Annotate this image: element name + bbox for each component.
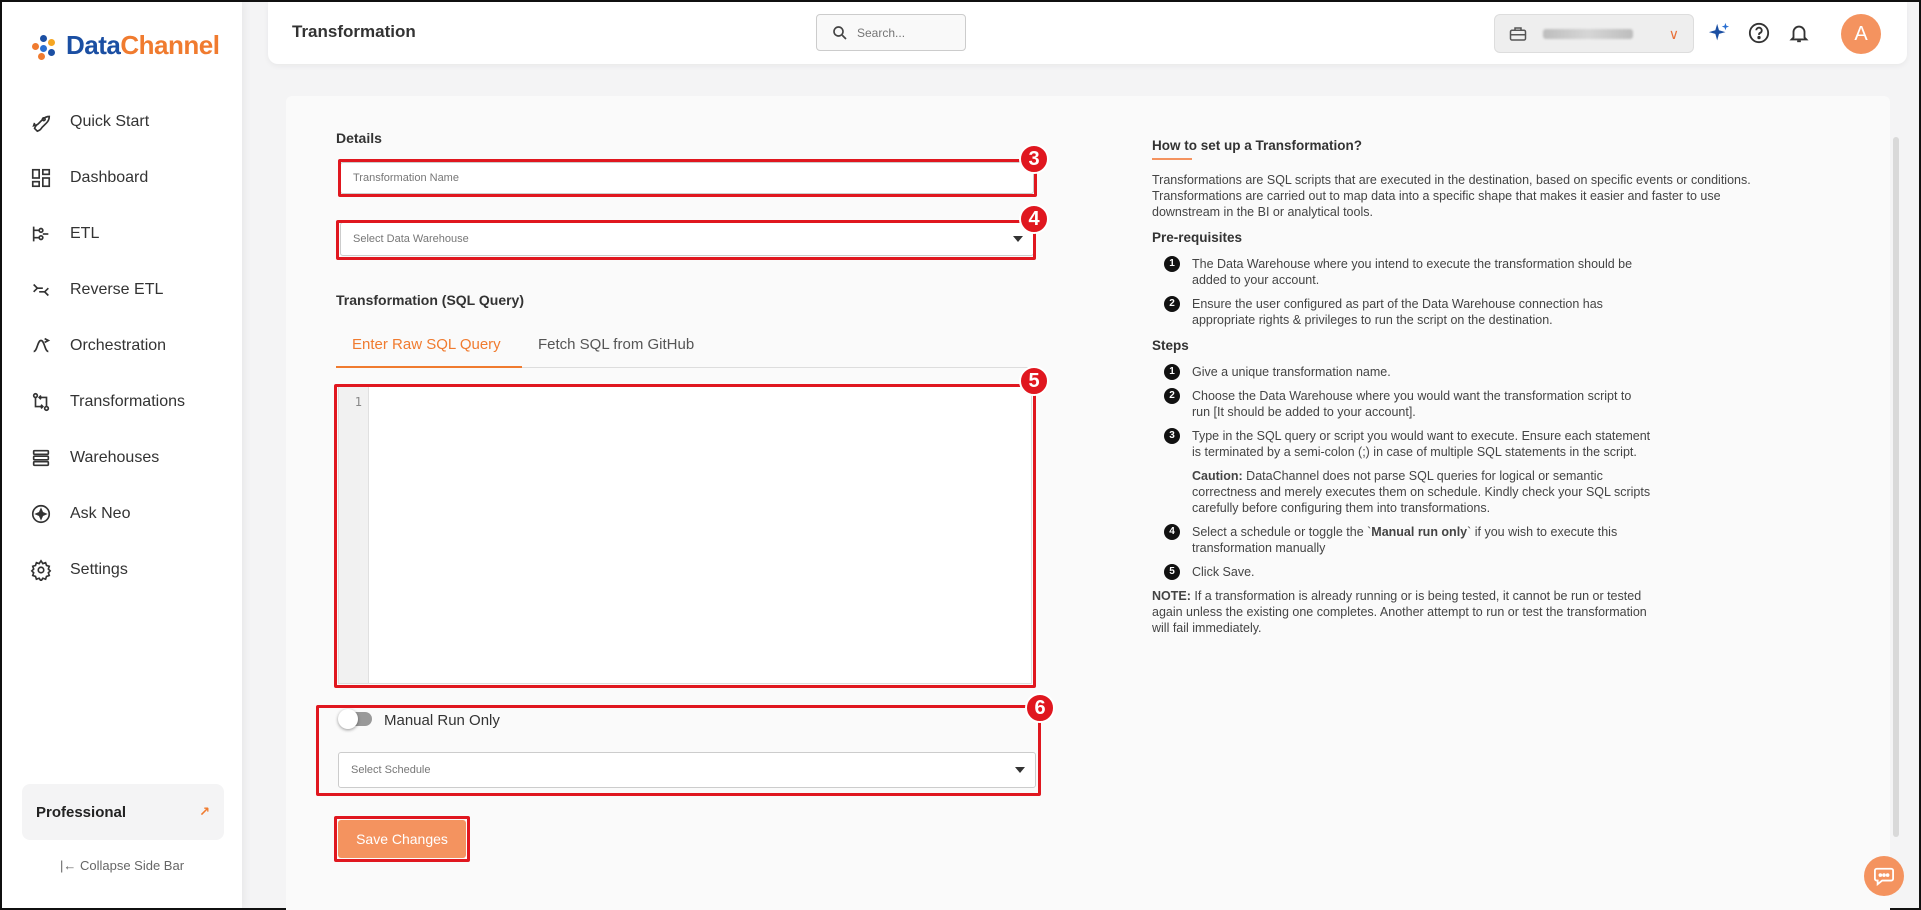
prereq-item: 2 Ensure the user configured as part of t… xyxy=(1152,296,1652,328)
sidebar-item-etl[interactable]: ETL xyxy=(2,206,242,262)
step-item: 1 Give a unique transformation name. xyxy=(1152,364,1652,380)
step-number-badge: 2 xyxy=(1164,296,1180,312)
reverse-etl-icon xyxy=(33,283,49,297)
annotation-box-3 xyxy=(338,159,1037,197)
prereq-item: 1 The Data Warehouse where you intend to … xyxy=(1152,256,1652,288)
sidebar-item-label: ETL xyxy=(70,225,100,242)
search-icon xyxy=(833,25,847,40)
sidebar-item-label: Orchestration xyxy=(70,337,167,354)
step-item: 5 Click Save. xyxy=(1152,564,1652,580)
workspace-select[interactable]: ∨ xyxy=(1494,14,1694,53)
step-item: 2 Choose the Data Warehouse where you wou… xyxy=(1152,388,1652,420)
user-avatar[interactable]: A xyxy=(1841,14,1881,54)
sql-source-tabs: Enter Raw SQL Query Fetch SQL from GitHu… xyxy=(336,322,1032,368)
ask-neo-icon xyxy=(31,504,51,524)
warehouses-icon xyxy=(32,449,50,467)
step-number-badge: 5 xyxy=(1164,564,1180,580)
annotation-badge-6: 6 xyxy=(1025,693,1055,723)
sidebar-item-label: Reverse ETL xyxy=(70,281,164,298)
transformations-icon xyxy=(32,392,50,412)
brand-name-part2: Channel xyxy=(120,30,220,60)
annotation-box-4 xyxy=(336,220,1036,260)
step-number-badge: 1 xyxy=(1164,364,1180,380)
sidebar-item-dashboard[interactable]: Dashboard xyxy=(2,150,242,206)
brand-name-part1: Data xyxy=(66,30,121,60)
annotation-badge-3: 3 xyxy=(1019,144,1049,174)
collapse-sidebar-button[interactable]: |← Collapse Side Bar xyxy=(2,858,242,873)
help-title: How to set up a Transformation? xyxy=(1152,138,1772,160)
sidebar-item-label: Ask Neo xyxy=(70,505,131,522)
dashboard-icon xyxy=(31,168,51,188)
scrollbar[interactable] xyxy=(1893,137,1899,837)
sidebar-item-ask-neo[interactable]: Ask Neo xyxy=(2,486,242,542)
caution-text: Caution: DataChannel does not parse SQL … xyxy=(1192,469,1651,515)
help-intro-1: Transformations are SQL scripts that are… xyxy=(1152,173,1751,187)
annotation-badge-5: 5 xyxy=(1019,366,1049,396)
sidebar-item-label: Quick Start xyxy=(70,113,150,130)
logo-mark-icon xyxy=(30,31,60,61)
details-label: Details xyxy=(336,130,382,146)
collapse-label: Collapse Side Bar xyxy=(79,858,185,873)
tab-fetch-github[interactable]: Fetch SQL from GitHub xyxy=(538,336,694,353)
workspace-name-redacted xyxy=(1543,28,1633,39)
search-box[interactable] xyxy=(816,14,966,51)
help-intro-2: Transformations are carried out to map d… xyxy=(1152,189,1721,219)
briefcase-icon xyxy=(1509,26,1527,41)
rocket-icon xyxy=(32,115,51,133)
help-panel: How to set up a Transformation? Transfor… xyxy=(1152,138,1772,636)
sidebar-item-label: Transformations xyxy=(70,393,185,410)
sidebar-item-label: Warehouses xyxy=(70,449,160,466)
step-number-badge: 3 xyxy=(1164,428,1180,444)
step-item: 3 Type in the SQL query or script you wou… xyxy=(1152,428,1652,460)
step-number-badge: 1 xyxy=(1164,256,1180,272)
step-number-badge: 2 xyxy=(1164,388,1180,404)
sidebar-nav: Quick Start Dashboard ETL Reverse ETL Or… xyxy=(2,94,242,598)
note-text: NOTE: If a transformation is already run… xyxy=(1152,589,1647,635)
orchestration-icon xyxy=(33,337,51,353)
active-tab-underline xyxy=(336,366,522,368)
sidebar-item-label: Dashboard xyxy=(70,169,149,186)
chat-bubble-icon xyxy=(1874,867,1894,886)
external-link-icon: ↗ xyxy=(199,804,210,819)
sql-section-label: Transformation (SQL Query) xyxy=(336,292,524,308)
collapse-arrow-icon: |← xyxy=(59,858,77,873)
annotation-badge-4: 4 xyxy=(1019,204,1049,234)
steps-title: Steps xyxy=(1152,338,1189,353)
plan-card[interactable]: Professional ↗ xyxy=(22,784,224,840)
gear-icon xyxy=(30,559,52,581)
step-item: 4 Select a schedule or toggle the `Manual… xyxy=(1152,524,1652,556)
sparkle-ai-icon[interactable] xyxy=(1708,22,1730,44)
sidebar-item-reverse-etl[interactable]: Reverse ETL xyxy=(2,262,242,318)
prereq-title: Pre-requisites xyxy=(1152,230,1243,245)
sidebar-item-settings[interactable]: Settings xyxy=(2,542,242,598)
tab-raw-sql[interactable]: Enter Raw SQL Query xyxy=(352,336,501,353)
step-number-badge: 4 xyxy=(1164,524,1180,540)
annotation-box-save xyxy=(334,816,470,862)
plan-name: Professional xyxy=(36,803,127,821)
chevron-down-icon: ∨ xyxy=(1668,26,1679,42)
sidebar-item-warehouses[interactable]: Warehouses xyxy=(2,430,242,486)
top-header: Transformation ∨ A xyxy=(268,2,1907,64)
sidebar-item-label: Settings xyxy=(70,561,128,578)
sidebar-item-transformations[interactable]: Transformations xyxy=(2,374,242,430)
page-title: Transformation xyxy=(292,22,416,41)
annotation-box-6 xyxy=(316,705,1041,796)
chat-button[interactable] xyxy=(1864,856,1904,896)
brand-logo[interactable]: DataChannel xyxy=(30,30,220,61)
etl-icon xyxy=(32,226,49,242)
bell-icon[interactable] xyxy=(1788,22,1810,44)
search-input[interactable] xyxy=(857,25,957,40)
sidebar-item-quick-start[interactable]: Quick Start xyxy=(2,94,242,150)
annotation-box-5 xyxy=(334,384,1036,688)
help-icon[interactable] xyxy=(1748,22,1770,44)
sidebar-item-orchestration[interactable]: Orchestration xyxy=(2,318,242,374)
sidebar: DataChannel Quick Start Dashboard ETL Re… xyxy=(2,2,242,908)
